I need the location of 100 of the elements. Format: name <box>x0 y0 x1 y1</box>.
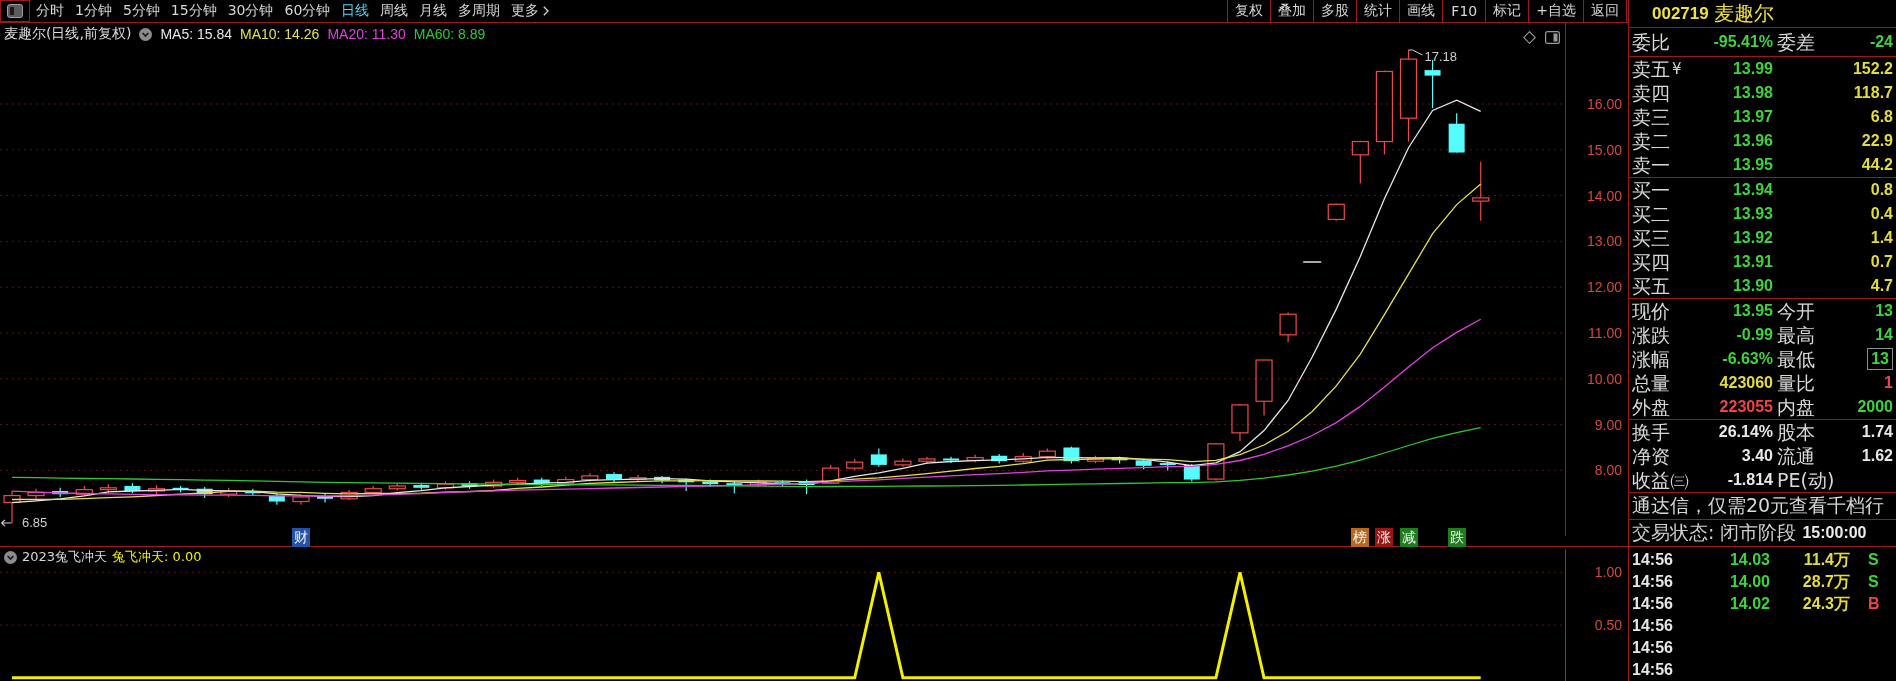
quote-value: 13 <box>1867 348 1893 370</box>
price-axis-label: 12.00 <box>1586 279 1622 296</box>
period-tab[interactable]: 日线 <box>341 0 370 22</box>
quote-label: 股本 <box>1776 421 1815 443</box>
order-tag: ¥ <box>1672 60 1682 78</box>
trade-status: 交易状态: 闭市阶段 <box>1632 520 1797 545</box>
quote-value: 2000 <box>1857 397 1893 417</box>
indicator-name: 2023兔飞冲天 <box>22 548 108 566</box>
tick-time: 14:56 <box>1632 551 1673 569</box>
indicator-axis-label: 0.50 <box>1594 617 1622 634</box>
event-marker: 减 <box>1399 528 1418 547</box>
period-tab[interactable]: 60分钟 <box>284 0 331 22</box>
period-tab[interactable]: 5分钟 <box>122 0 160 22</box>
quote-label: 收益㈢ <box>1632 469 1689 491</box>
quote-value: -0.99 <box>1736 325 1773 345</box>
quote-label: 涨幅 <box>1632 348 1670 370</box>
ma-legend: MA5: 15.84 <box>160 26 232 42</box>
order-label: 卖五 <box>1632 58 1670 80</box>
order-volume: 118.7 <box>1853 83 1893 103</box>
price-axis-label: 9.00 <box>1594 416 1622 433</box>
order-volume: 0.7 <box>1870 252 1893 272</box>
order-price: 13.94 <box>1732 180 1773 200</box>
tick-price: 14.02 <box>1729 594 1770 614</box>
price-axis-label: 16.00 <box>1586 96 1622 112</box>
quote-value: 1 <box>1884 373 1893 393</box>
quote-value: 3.40 <box>1741 446 1773 466</box>
tick-volume: 11.4万 <box>1803 549 1850 570</box>
panel-icon[interactable] <box>1545 30 1560 44</box>
quote-label: 最低 <box>1776 348 1815 370</box>
chevron-circle-icon[interactable] <box>139 27 153 41</box>
order-volume: 6.8 <box>1870 107 1893 127</box>
quote-label: 净资 <box>1632 445 1670 467</box>
order-label: 买三 <box>1632 227 1670 249</box>
price-axis-label: 13.00 <box>1586 233 1622 250</box>
period-tab[interactable]: 月线 <box>419 0 448 22</box>
quote-value: 13.95 <box>1732 301 1773 321</box>
period-tab[interactable]: 30分钟 <box>227 0 274 22</box>
quote-value: 1.62 <box>1861 446 1893 466</box>
low-price-label: 6.85 <box>22 515 48 532</box>
tick-time: 14:56 <box>1632 573 1673 591</box>
period-tab[interactable]: 分时 <box>36 0 64 22</box>
price-axis-label: 10.00 <box>1586 370 1622 387</box>
tick-side: S <box>1868 551 1879 569</box>
chevron-circle-icon[interactable] <box>4 550 17 564</box>
order-volume: 44.2 <box>1861 155 1893 175</box>
order-volume: 1.4 <box>1870 228 1893 248</box>
tick-volume: 24.3万 <box>1802 593 1850 614</box>
panel-icon[interactable] <box>7 4 23 18</box>
price-axis-label: 15.00 <box>1586 141 1622 158</box>
tick-side: B <box>1868 595 1880 613</box>
quote-label: 涨跌 <box>1632 324 1670 346</box>
quote-value: 1.74 <box>1861 422 1893 442</box>
order-label: 买五 <box>1632 275 1670 297</box>
period-tab[interactable]: 更多 <box>511 0 550 22</box>
ma-legend: MA10: 14.26 <box>240 26 320 42</box>
leader-line <box>1408 49 1423 56</box>
ma-legend: MA20: 11.30 <box>327 26 406 42</box>
chart-title: 麦趣尔(日线,前复权) <box>4 25 132 43</box>
order-price: 13.99 <box>1732 59 1773 79</box>
order-volume: 0.4 <box>1870 204 1893 224</box>
order-label: 卖四 <box>1632 82 1670 104</box>
quote-label: 换手 <box>1632 421 1670 443</box>
order-price: 13.91 <box>1732 252 1773 272</box>
price-axis-label: 11.00 <box>1588 325 1622 341</box>
quote-label: 内盘 <box>1776 396 1815 418</box>
quote-label: 现价 <box>1632 300 1670 322</box>
order-label: 卖一 <box>1632 154 1670 176</box>
quote-label: 量比 <box>1776 372 1815 394</box>
order-label: 买一 <box>1632 179 1670 201</box>
diamond-icon[interactable] <box>1523 30 1536 44</box>
price-axis-label: 14.00 <box>1586 187 1622 204</box>
quote-value: 223055 <box>1719 397 1773 417</box>
order-price: 13.96 <box>1732 131 1773 151</box>
chevron-right-icon[interactable] <box>543 6 550 16</box>
tick-price: 14.00 <box>1729 572 1770 592</box>
tick-time: 14:56 <box>1632 617 1673 635</box>
order-volume: 0.8 <box>1870 180 1893 200</box>
quote-label: 委比 <box>1632 31 1670 53</box>
notice-text: 通达信，仅需20元查看千档行 <box>1632 493 1885 518</box>
status-time: 15:00:00 <box>1802 524 1867 542</box>
order-price: 13.90 <box>1732 276 1773 296</box>
tick-volume: 28.7万 <box>1802 571 1850 592</box>
event-marker: 财 <box>291 528 310 547</box>
quote-label: 最高 <box>1776 324 1815 346</box>
panel-toggle-button[interactable] <box>0 0 30 22</box>
period-tab[interactable]: 多周期 <box>458 0 501 22</box>
quote-label: 外盘 <box>1632 396 1670 418</box>
period-tab[interactable]: 1分钟 <box>75 0 112 22</box>
event-marker: 跌 <box>1447 528 1466 547</box>
quote-label: 委差 <box>1776 31 1815 53</box>
order-price: 13.97 <box>1732 107 1773 127</box>
period-tab[interactable]: 15分钟 <box>170 0 217 22</box>
tick-price: 14.03 <box>1729 550 1770 570</box>
tick-time: 14:56 <box>1632 661 1673 679</box>
tick-side: S <box>1868 573 1879 591</box>
high-price-label: 17.18 <box>1424 48 1458 65</box>
period-tab[interactable]: 周线 <box>380 0 409 22</box>
ma-legend: MA60: 8.89 <box>413 26 486 42</box>
quote-value: 14 <box>1875 325 1893 345</box>
quote-value: -24 <box>1869 32 1893 52</box>
